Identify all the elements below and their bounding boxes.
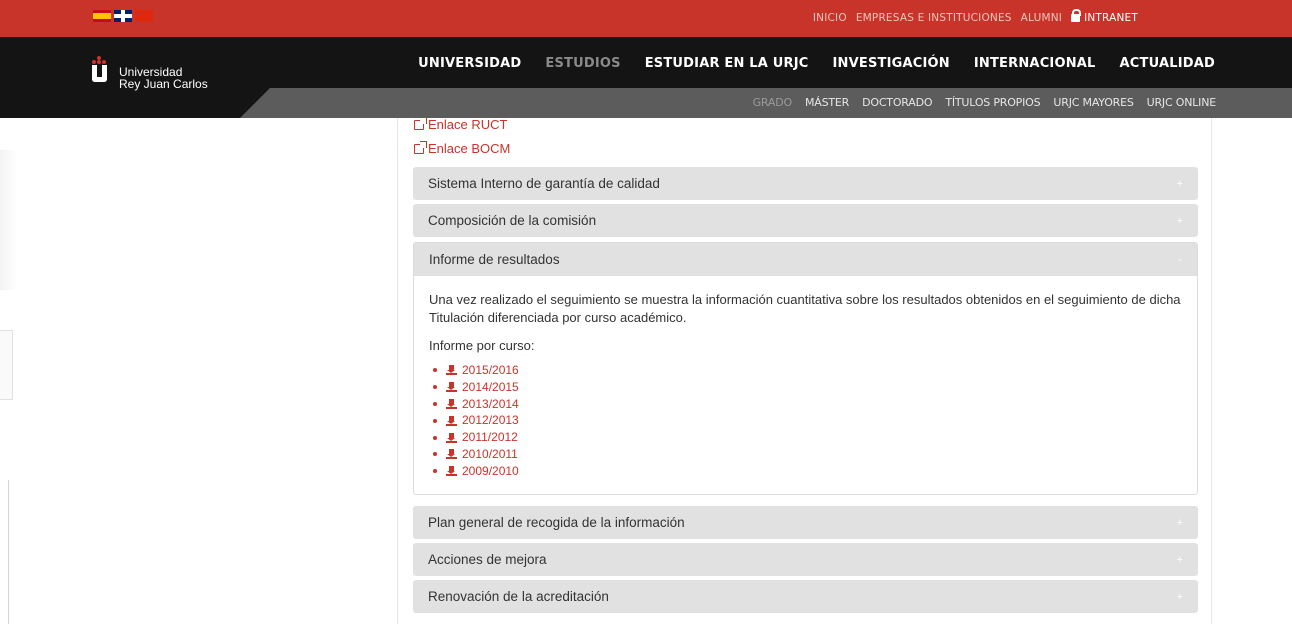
accordion-header[interactable]: Sistema Interno de garantía de calidad + bbox=[413, 167, 1198, 200]
plus-icon: + bbox=[1176, 590, 1183, 603]
download-icon bbox=[446, 365, 457, 376]
accordion-header[interactable]: Informe de resultados - bbox=[414, 243, 1197, 276]
sub-nav: GRADO MÁSTER DOCTORADO TÍTULOS PROPIOS U… bbox=[753, 96, 1217, 109]
download-icon bbox=[446, 432, 457, 443]
left-panel-edge bbox=[0, 330, 13, 400]
subnav-grado[interactable]: GRADO bbox=[753, 96, 793, 109]
plus-icon: + bbox=[1176, 553, 1183, 566]
subnav-urjc-mayores[interactable]: URJC MAYORES bbox=[1053, 96, 1133, 109]
informe-subtitle: Informe por curso: bbox=[429, 338, 535, 353]
left-decoration bbox=[0, 150, 18, 290]
accordion-plan-general[interactable]: Plan general de recogida de la informaci… bbox=[413, 506, 1198, 539]
accordion-header[interactable]: Renovación de la acreditación + bbox=[413, 580, 1198, 613]
nav-estudiar-en-la-urjc[interactable]: ESTUDIAR EN LA URJC bbox=[645, 56, 809, 71]
top-bar: INICIO EMPRESAS E INSTITUCIONES ALUMNI I… bbox=[0, 0, 1292, 37]
plus-icon: + bbox=[1176, 177, 1183, 190]
link-enlace-bocm[interactable]: Enlace BOCM bbox=[414, 141, 510, 156]
plus-icon: + bbox=[1176, 516, 1183, 529]
subnav-urjc-online[interactable]: URJC ONLINE bbox=[1147, 96, 1217, 109]
year-list-item[interactable]: 2014/2015 bbox=[433, 379, 1183, 396]
plus-icon: + bbox=[1176, 214, 1183, 227]
accordion-composicion[interactable]: Composición de la comisión + bbox=[413, 204, 1198, 237]
language-flags bbox=[93, 10, 153, 22]
external-link-icon bbox=[414, 117, 427, 130]
urjc-logo[interactable]: Universidad Rey Juan Carlos bbox=[92, 56, 208, 90]
year-link[interactable]: 2014/2015 bbox=[462, 379, 519, 396]
subnav-master[interactable]: MÁSTER bbox=[805, 96, 849, 109]
accordion-title: Informe de resultados bbox=[429, 252, 560, 267]
accordion-informe-resultados: Informe de resultados - Una vez realizad… bbox=[413, 242, 1198, 495]
subnav-titulos-propios[interactable]: TÍTULOS PROPIOS bbox=[945, 96, 1040, 109]
lock-icon bbox=[1071, 9, 1082, 22]
left-panel-border bbox=[8, 480, 14, 624]
nav-estudios[interactable]: ESTUDIOS bbox=[545, 56, 620, 71]
urjc-logo-icon bbox=[92, 56, 107, 82]
subnav-doctorado[interactable]: DOCTORADO bbox=[862, 96, 932, 109]
year-list-item[interactable]: 2015/2016 bbox=[433, 362, 1183, 379]
accordion-acciones-mejora[interactable]: Acciones de mejora + bbox=[413, 543, 1198, 576]
year-list-item[interactable]: 2012/2013 bbox=[433, 412, 1183, 429]
link-empresas[interactable]: EMPRESAS E INSTITUCIONES bbox=[856, 12, 1012, 24]
nav-universidad[interactable]: UNIVERSIDAD bbox=[418, 56, 521, 71]
intranet-label: INTRANET bbox=[1084, 12, 1138, 24]
accordion-body: Una vez realizado el seguimiento se mues… bbox=[414, 276, 1197, 494]
year-list: 2015/2016 2014/2015 2013/2014 2012/2013 … bbox=[429, 362, 1183, 480]
accordion-renovacion[interactable]: Renovación de la acreditación + bbox=[413, 580, 1198, 613]
link-inicio[interactable]: INICIO bbox=[813, 12, 847, 24]
spain-flag-icon[interactable] bbox=[93, 10, 111, 22]
nav-investigacion[interactable]: INVESTIGACIÓN bbox=[833, 56, 950, 71]
logo-line-2: Rey Juan Carlos bbox=[119, 77, 208, 91]
nav-actualidad[interactable]: ACTUALIDAD bbox=[1120, 56, 1215, 71]
download-icon bbox=[446, 382, 457, 393]
minus-icon: - bbox=[1178, 253, 1182, 266]
accordion-header[interactable]: Plan general de recogida de la informaci… bbox=[413, 506, 1198, 539]
year-link[interactable]: 2012/2013 bbox=[462, 412, 519, 429]
year-link[interactable]: 2011/2012 bbox=[462, 429, 518, 446]
accordion-title: Sistema Interno de garantía de calidad bbox=[428, 176, 660, 191]
site-header: Universidad Rey Juan Carlos UNIVERSIDAD … bbox=[0, 37, 1292, 118]
uk-flag-icon[interactable] bbox=[114, 10, 132, 22]
download-icon bbox=[446, 466, 457, 477]
download-icon bbox=[446, 449, 457, 460]
external-link-icon bbox=[414, 141, 427, 154]
top-links: INICIO EMPRESAS E INSTITUCIONES ALUMNI I… bbox=[813, 9, 1138, 24]
link-alumni[interactable]: ALUMNI bbox=[1021, 12, 1062, 24]
year-link[interactable]: 2009/2010 bbox=[462, 463, 519, 480]
logo-text: Universidad Rey Juan Carlos bbox=[119, 66, 208, 90]
accordion-title: Acciones de mejora bbox=[428, 552, 547, 567]
accordion-title: Composición de la comisión bbox=[428, 213, 597, 228]
year-link[interactable]: 2015/2016 bbox=[462, 362, 519, 379]
informe-description: Una vez realizado el seguimiento se mues… bbox=[429, 292, 1181, 325]
accordion-title: Plan general de recogida de la informaci… bbox=[428, 515, 685, 530]
accordion-sistema-interno[interactable]: Sistema Interno de garantía de calidad + bbox=[413, 167, 1198, 200]
download-icon bbox=[446, 415, 457, 426]
main-nav: UNIVERSIDAD ESTUDIOS ESTUDIAR EN LA URJC… bbox=[418, 56, 1215, 71]
year-list-item[interactable]: 2010/2011 bbox=[433, 446, 1183, 463]
content-panel: Enlace RUCT Enlace BOCM Sistema Interno … bbox=[397, 117, 1212, 624]
accordion-header[interactable]: Composición de la comisión + bbox=[413, 204, 1198, 237]
enlace-ruct-label: Enlace RUCT bbox=[428, 117, 508, 132]
nav-internacional[interactable]: INTERNACIONAL bbox=[974, 56, 1096, 71]
year-list-item[interactable]: 2013/2014 bbox=[433, 396, 1183, 413]
accordion-header[interactable]: Acciones de mejora + bbox=[413, 543, 1198, 576]
link-intranet[interactable]: INTRANET bbox=[1071, 9, 1138, 24]
year-link[interactable]: 2010/2011 bbox=[462, 446, 518, 463]
accordion-title: Renovación de la acreditación bbox=[428, 589, 609, 604]
year-list-item[interactable]: 2011/2012 bbox=[433, 429, 1183, 446]
enlace-bocm-label: Enlace BOCM bbox=[428, 141, 511, 156]
china-flag-icon[interactable] bbox=[135, 10, 153, 22]
link-enlace-ruct[interactable]: Enlace RUCT bbox=[414, 117, 507, 132]
year-list-item[interactable]: 2009/2010 bbox=[433, 463, 1183, 480]
download-icon bbox=[446, 398, 457, 409]
year-link[interactable]: 2013/2014 bbox=[462, 396, 519, 413]
